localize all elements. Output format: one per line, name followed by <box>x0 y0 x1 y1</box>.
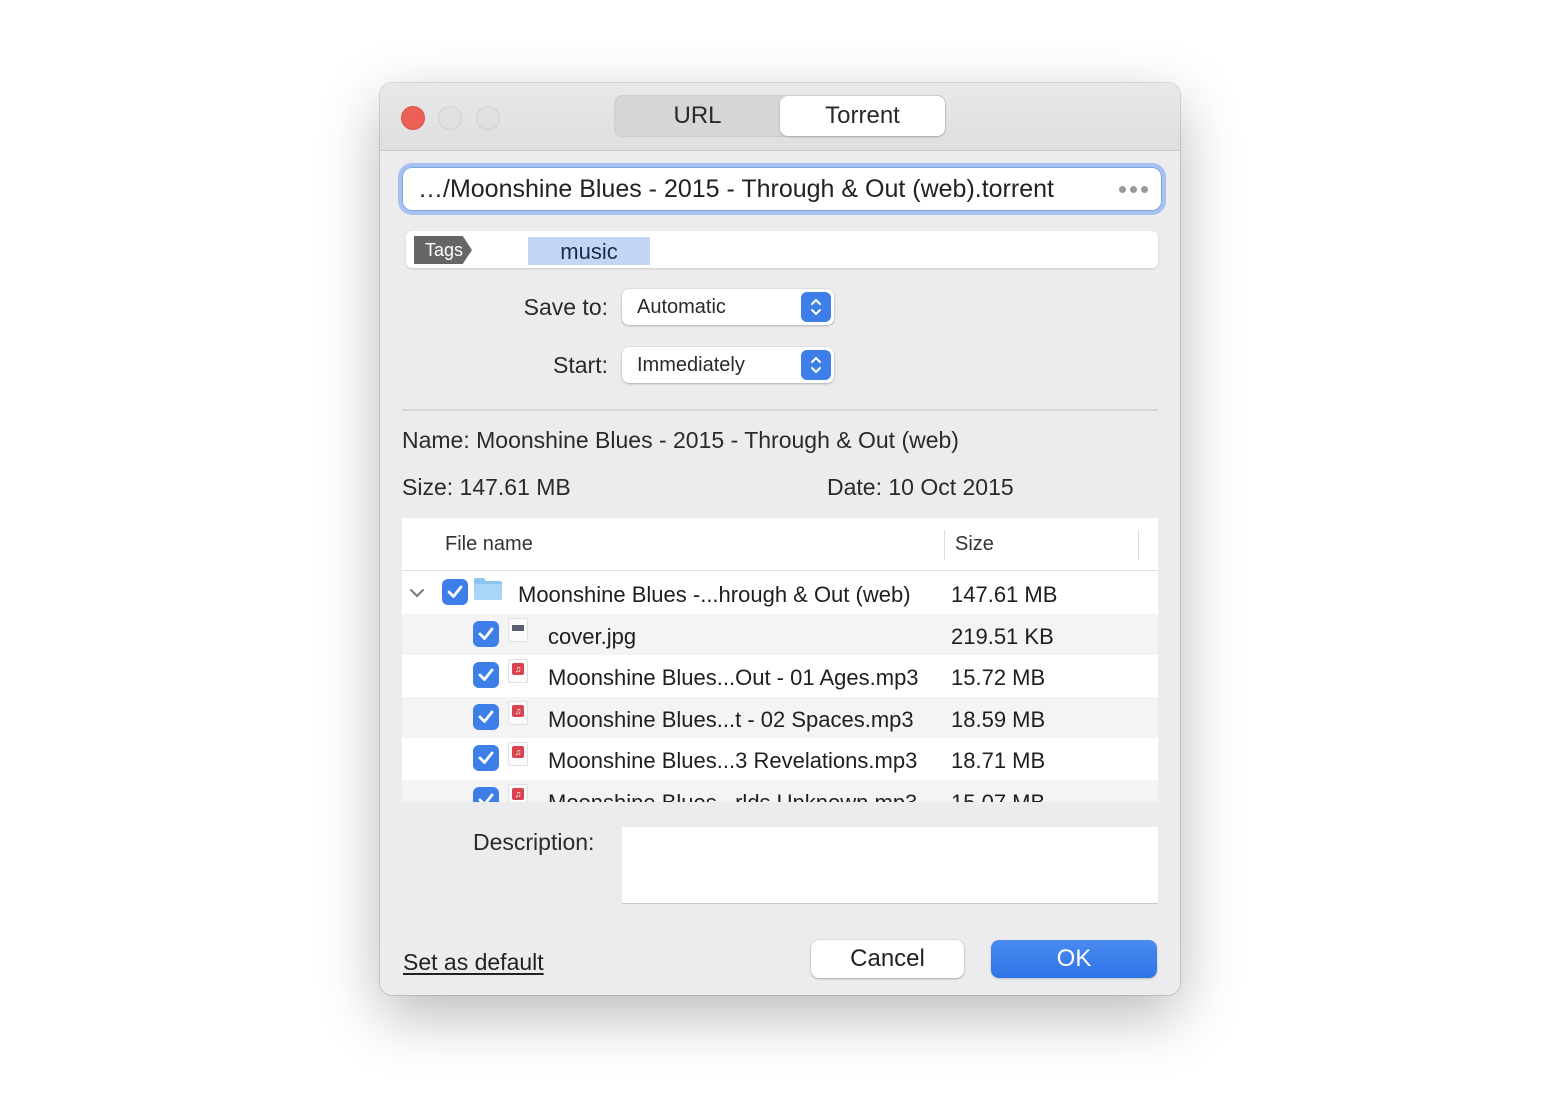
tab-url[interactable]: URL <box>615 96 780 136</box>
checkbox[interactable] <box>473 703 499 730</box>
minimize-window-button[interactable] <box>438 106 462 130</box>
image-file-icon <box>508 617 528 642</box>
checkmark-icon <box>447 585 463 598</box>
torrent-path-value: …/Moonshine Blues - 2015 - Through & Out… <box>418 174 1054 203</box>
column-divider[interactable] <box>1138 530 1139 560</box>
file-name: Moonshine Blues -...hrough & Out (web) <box>518 582 911 607</box>
add-torrent-dialog: URL Torrent …/Moonshine Blues - 2015 - T… <box>380 83 1180 995</box>
file-name: Moonshine Blues...rlds Unknown.mp3 <box>548 789 918 803</box>
table-row[interactable]: ♫ Moonshine Blues...rlds Unknown.mp3 15.… <box>402 779 1158 803</box>
checkmark-icon <box>478 710 494 723</box>
checkmark-icon <box>478 668 494 681</box>
file-size: 219.51 KB <box>951 623 1054 649</box>
file-size: 18.71 MB <box>951 748 1046 773</box>
table-row[interactable]: Moonshine Blues -...hrough & Out (web) 1… <box>402 572 1158 614</box>
section-divider <box>402 409 1158 411</box>
file-name: cover.jpg <box>548 623 637 649</box>
save-to-popup[interactable]: Automatic <box>622 289 834 325</box>
table-row[interactable]: ♫ Moonshine Blues...Out - 01 Ages.mp3 15… <box>402 655 1158 697</box>
title-bar: URL Torrent <box>380 83 1180 151</box>
file-size: 147.61 MB <box>951 582 1058 607</box>
start-popup[interactable]: Immediately <box>622 347 834 383</box>
save-to-label: Save to: <box>523 294 608 320</box>
file-name: Moonshine Blues...Out - 01 Ages.mp3 <box>548 665 919 690</box>
table-header: File name Size <box>402 518 1158 571</box>
column-header-size[interactable]: Size <box>955 533 994 556</box>
files-table: File name Size Moonshine Blues -...hroug… <box>402 518 1158 802</box>
up-down-chevron-icon <box>801 350 831 380</box>
ok-button[interactable]: OK <box>991 940 1157 978</box>
torrent-date: Date: 10 Oct 2015 <box>827 474 1014 500</box>
table-row[interactable]: cover.jpg 219.51 KB <box>402 613 1158 655</box>
file-size: 15.07 MB <box>951 789 1046 803</box>
more-horizontal-icon[interactable] <box>1119 185 1148 193</box>
file-name: Moonshine Blues...t - 02 Spaces.mp3 <box>548 706 914 732</box>
tag-chip[interactable]: music <box>528 237 650 265</box>
start-label: Start: <box>553 352 608 378</box>
set-as-default-link[interactable]: Set as default <box>403 949 544 976</box>
file-size: 15.72 MB <box>951 665 1046 690</box>
checkbox[interactable] <box>473 620 499 647</box>
checkbox[interactable] <box>473 662 499 688</box>
up-down-chevron-icon <box>801 292 831 322</box>
audio-file-icon: ♫ <box>508 783 528 802</box>
checkmark-icon <box>478 793 494 802</box>
torrent-size: Size: 147.61 MB <box>402 474 571 500</box>
tags-label: Tags <box>414 236 472 264</box>
file-size: 18.59 MB <box>951 706 1046 732</box>
checkmark-icon <box>478 627 494 640</box>
start-value: Immediately <box>637 353 745 376</box>
checkbox[interactable] <box>473 786 499 802</box>
description-label: Description: <box>473 829 595 855</box>
tags-field[interactable]: Tags music <box>406 231 1158 268</box>
checkbox[interactable] <box>473 745 499 771</box>
tab-torrent[interactable]: Torrent <box>780 96 945 136</box>
audio-file-icon: ♫ <box>508 659 528 683</box>
column-header-file-name[interactable]: File name <box>445 533 533 556</box>
torrent-name: Name: Moonshine Blues - 2015 - Through &… <box>402 427 959 453</box>
audio-file-icon: ♫ <box>508 742 528 766</box>
source-type-segmented-control: URL Torrent <box>614 95 946 137</box>
column-divider[interactable] <box>944 530 945 560</box>
table-row[interactable]: ♫ Moonshine Blues...t - 02 Spaces.mp3 18… <box>402 696 1158 738</box>
torrent-path-field[interactable]: …/Moonshine Blues - 2015 - Through & Out… <box>402 167 1162 211</box>
checkbox[interactable] <box>442 579 468 605</box>
description-input[interactable] <box>622 827 1158 903</box>
zoom-window-button[interactable] <box>476 106 500 130</box>
file-name: Moonshine Blues...3 Revelations.mp3 <box>548 748 918 773</box>
chevron-down-icon[interactable] <box>408 584 426 602</box>
close-window-button[interactable] <box>401 106 425 130</box>
folder-icon <box>474 578 502 600</box>
table-row[interactable]: ♫ Moonshine Blues...3 Revelations.mp3 18… <box>402 738 1158 780</box>
save-to-value: Automatic <box>637 295 726 318</box>
cancel-button[interactable]: Cancel <box>811 940 964 978</box>
audio-file-icon: ♫ <box>508 700 528 725</box>
checkmark-icon <box>478 751 494 764</box>
